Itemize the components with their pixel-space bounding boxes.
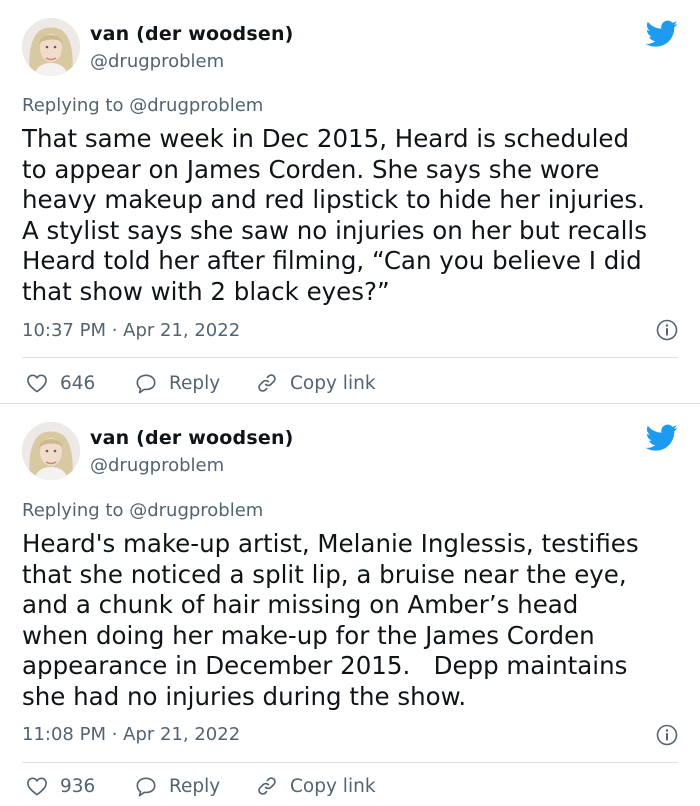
tweet-card[interactable]: van (der woodsen) @drugproblem Replying … <box>0 404 700 806</box>
tweet-timestamp[interactable]: 10:37 PM · Apr 21, 2022 <box>22 320 240 341</box>
avatar[interactable] <box>22 18 80 76</box>
author-handle[interactable]: @drugproblem <box>90 455 224 476</box>
tweet-text: Heard's make-up artist, Melanie Inglessi… <box>22 529 639 711</box>
reply-button[interactable]: Reply <box>135 771 220 801</box>
tweet-screenshot-page: van (der woodsen) @drugproblem Replying … <box>0 0 700 806</box>
twitter-bird-icon[interactable] <box>646 424 678 452</box>
tweet-separator <box>22 357 678 358</box>
reply-button[interactable]: Reply <box>135 368 220 398</box>
author-display-name[interactable]: van (der woodsen) <box>90 427 294 449</box>
copy-link-button[interactable]: Copy link <box>256 771 376 801</box>
reply-label: Reply <box>169 775 221 797</box>
heart-icon <box>27 777 47 796</box>
avatar-photo-icon <box>22 422 80 480</box>
tweet-text: That same week in Dec 2015, Heard is sch… <box>22 124 647 306</box>
replying-to-line: Replying to @drugproblem <box>22 95 263 116</box>
tweet-card[interactable]: van (der woodsen) @drugproblem Replying … <box>0 0 700 404</box>
replying-prefix: Replying to <box>22 500 130 521</box>
info-icon[interactable] <box>656 724 678 746</box>
like-count: 646 <box>60 372 96 394</box>
author-display-name[interactable]: van (der woodsen) <box>90 23 294 45</box>
tweet-header: van (der woodsen) @drugproblem <box>22 422 678 482</box>
reply-label: Reply <box>169 372 221 394</box>
reply-bubble-icon <box>136 373 156 393</box>
tweet-actions: 646 Reply Copy link <box>22 368 678 398</box>
like-button[interactable]: 646 <box>26 368 95 398</box>
replying-to-mention[interactable]: @drugproblem <box>129 500 263 521</box>
replying-to-mention[interactable]: @drugproblem <box>129 95 263 116</box>
copy-link-label: Copy link <box>290 372 376 394</box>
twitter-bird-icon[interactable] <box>646 20 678 48</box>
replying-prefix: Replying to <box>22 95 130 116</box>
info-icon[interactable] <box>656 319 678 341</box>
copy-link-label: Copy link <box>290 775 376 797</box>
tweet-actions: 936 Reply Copy link <box>22 771 678 801</box>
like-count: 936 <box>60 775 96 797</box>
tweet-separator <box>22 762 678 763</box>
author-handle[interactable]: @drugproblem <box>90 51 224 72</box>
heart-icon <box>27 374 47 393</box>
copy-link-button[interactable]: Copy link <box>256 368 376 398</box>
tweet-timestamp[interactable]: 11:08 PM · Apr 21, 2022 <box>22 724 240 745</box>
tweet-header: van (der woodsen) @drugproblem <box>22 18 678 78</box>
like-button[interactable]: 936 <box>26 771 95 801</box>
link-icon <box>258 777 276 795</box>
replying-to-line: Replying to @drugproblem <box>22 500 263 521</box>
link-icon <box>258 374 276 392</box>
reply-bubble-icon <box>136 776 156 796</box>
avatar[interactable] <box>22 422 80 480</box>
avatar-photo-icon <box>22 18 80 76</box>
